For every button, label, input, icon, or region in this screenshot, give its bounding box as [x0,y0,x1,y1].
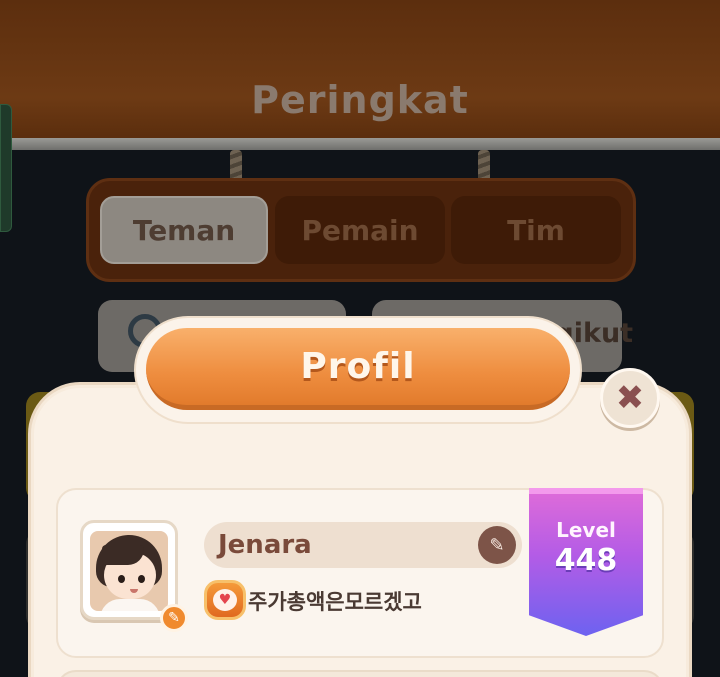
pencil-icon: ✎ [168,610,180,626]
tab-label: Pemain [301,213,419,247]
banner-rail [0,138,720,150]
tab-label: Tim [507,213,565,247]
name-edit-button[interactable]: ✎ [478,526,516,564]
heart-icon: ♥ [213,589,237,611]
level-ribbon-edge [529,488,643,494]
team-badge[interactable]: ♥ [204,580,246,620]
level-value: 448 [554,543,618,578]
page-title: Peringkat [251,78,469,122]
pencil-icon: ✎ [489,534,505,556]
avatar-edit-button[interactable]: ✎ [160,604,188,632]
avatar[interactable] [80,520,178,620]
close-button[interactable]: ✖ [600,368,660,428]
team-name: 주가총액은모르겠고 [248,590,422,614]
tab-label: Teman [132,213,236,247]
tab-friends: Teman [100,196,268,264]
profile-lower-card [56,670,664,677]
avatar-portrait [90,531,168,611]
tab-team: Tim [451,196,621,264]
close-icon: ✖ [615,378,645,418]
player-name: Jenara [218,530,312,560]
dialog-header: Profil [146,328,570,410]
tab-players: Pemain [275,196,445,264]
level-label: Level [556,518,616,542]
side-menu-tab [0,104,12,232]
dialog-title: Profil [300,346,416,387]
